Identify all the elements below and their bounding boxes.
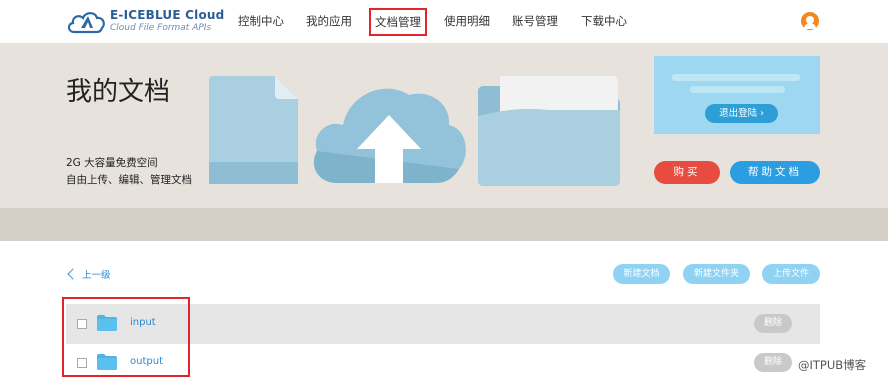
annotation-highlight-box (62, 297, 190, 377)
delete-button[interactable]: 删除 (754, 353, 792, 372)
masked-account-info-2 (690, 86, 785, 93)
brand-text: E-ICEBLUE Cloud Cloud File Format APIs (110, 8, 224, 33)
banner-footer-strip (0, 208, 888, 241)
help-docs-button[interactable]: 帮助文档 (730, 161, 820, 184)
buy-button[interactable]: 购买 (654, 161, 720, 184)
nav-item-my-apps[interactable]: 我的应用 (306, 13, 352, 29)
banner-feature-text: 自由上传、编辑、管理文档 (66, 174, 192, 186)
back-to-parent-link[interactable]: 上一级 (66, 266, 111, 282)
user-avatar-icon[interactable] (801, 12, 819, 30)
nav-item-document-management[interactable]: 文档管理 (369, 8, 427, 36)
folder-illustration-icon (478, 76, 620, 186)
account-panel: 退出登陆 › (654, 56, 820, 134)
new-folder-button[interactable]: 新建文件夹 (683, 264, 750, 284)
nav-item-download-center[interactable]: 下载中心 (581, 13, 627, 29)
brand-title: E-ICEBLUE Cloud (110, 8, 225, 22)
cloud-logo-icon (67, 12, 105, 34)
nav-item-usage-details[interactable]: 使用明细 (444, 13, 490, 29)
page-title: 我的文档 (66, 77, 171, 107)
document-illustration-icon (209, 76, 298, 184)
banner-storage-text: 2G 大容量免费空间 (66, 157, 158, 169)
new-document-button[interactable]: 新建文档 (613, 264, 670, 284)
brand-logo[interactable]: E-ICEBLUE Cloud Cloud File Format APIs (66, 7, 226, 37)
banner: 我的文档 2G 大容量免费空间 自由上传、编辑、管理文档 退出登陆 › 购买 帮… (0, 43, 888, 208)
watermark-text: @ITPUB博客 (798, 358, 867, 372)
nav-item-account-management[interactable]: 账号管理 (512, 13, 558, 29)
brand-subtitle: Cloud File Format APIs (110, 23, 212, 33)
delete-button[interactable]: 删除 (754, 314, 792, 333)
back-label: 上一级 (82, 270, 111, 281)
document-manager-page: E-ICEBLUE Cloud Cloud File Format APIs 控… (0, 0, 888, 381)
upload-file-button[interactable]: 上传文件 (762, 264, 820, 284)
logout-button[interactable]: 退出登陆 › (705, 104, 778, 123)
top-navigation-bar: E-ICEBLUE Cloud Cloud File Format APIs 控… (0, 0, 888, 43)
masked-account-info (672, 74, 800, 81)
nav-item-control-center[interactable]: 控制中心 (238, 13, 284, 29)
chevron-left-icon (67, 268, 79, 280)
cloud-upload-illustration-icon (313, 88, 466, 183)
